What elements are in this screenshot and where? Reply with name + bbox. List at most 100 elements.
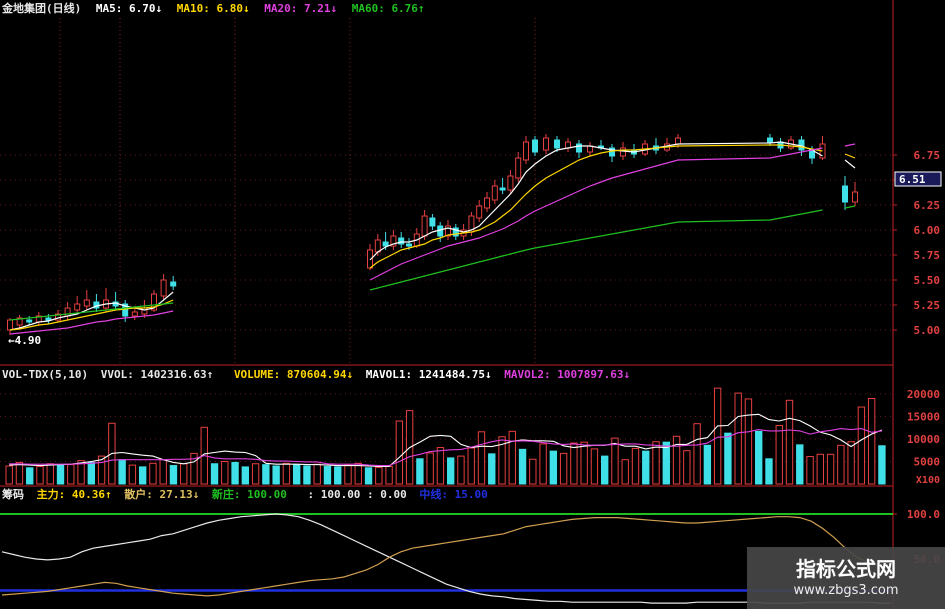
volume-bar-up (539, 443, 547, 485)
chip-indicator-name: 筹码 (2, 488, 24, 501)
candle-up (476, 205, 483, 219)
candle-down (398, 237, 405, 245)
candle-up (484, 197, 490, 209)
ma60-value: MA60: 6.76↑ (351, 2, 425, 15)
volume-bar-down (56, 464, 65, 485)
volume-bar-down (169, 465, 178, 485)
volume-bar-down (210, 463, 219, 485)
volume-bar-up (672, 435, 681, 485)
candle-up (160, 279, 167, 297)
sanhu-value: 散户: 27.13↓ (124, 488, 200, 501)
volume-bar-up (221, 461, 229, 485)
candle-up (7, 319, 13, 331)
volume-bar-up (344, 464, 352, 485)
price-tick-label: 6.75 (914, 149, 941, 162)
candle-down (382, 241, 389, 247)
volume-bar-up (67, 464, 75, 485)
volume-bar-up (713, 387, 722, 485)
volume-bar-down (138, 466, 147, 485)
volume-bar-down (755, 430, 763, 485)
volume-header: VOL-TDX(5,10) VVOL: 1402316.63↑ VOLUME: … (2, 368, 630, 381)
volume-bar-up (36, 465, 44, 485)
volume-bar-up (806, 456, 814, 485)
candle-up (675, 137, 681, 145)
candle-up (523, 141, 529, 161)
candle-down (554, 139, 560, 149)
candle-up (74, 303, 81, 311)
volume-bar-down (416, 458, 424, 485)
ma20-value: MA20: 7.21↓ (264, 2, 338, 15)
volume-bar-up (477, 431, 486, 485)
candle-up (141, 307, 148, 315)
volume-bar-up (457, 455, 465, 485)
volume-bar-up (785, 399, 794, 485)
ma60-line (844, 205, 856, 209)
volume-bar-up (508, 430, 516, 485)
price-tick-label: 5.25 (914, 299, 941, 312)
volume-bar-up (693, 423, 701, 485)
volume-bar-down (796, 444, 804, 485)
volume-bar-down (642, 450, 650, 485)
volume-bar-up (837, 444, 845, 485)
volume-value: VOLUME: 870604.94↓ (233, 368, 354, 381)
candle-down (842, 185, 848, 203)
volume-bar-down (292, 464, 301, 485)
candle-up (64, 307, 71, 317)
volume-bar-down (447, 457, 455, 485)
volume-bar-up (590, 448, 599, 485)
vol-tick-label: 10000 (907, 433, 940, 446)
candle-up (620, 147, 626, 157)
volume-bar-up (857, 406, 866, 485)
volume-bar-down (364, 467, 373, 485)
volume-bar-down (272, 465, 280, 485)
other-values: : 100.00 : 0.00 (307, 488, 407, 501)
volume-bar-up (734, 392, 742, 485)
price-tick-label: 5.75 (914, 249, 941, 262)
zhongxian-value: 中线: 15.00 (419, 488, 488, 501)
watermark-url: www.zbgs3.com (793, 583, 899, 598)
low-price-label: ←4.90 (8, 334, 41, 347)
volume-bar-up (436, 447, 445, 485)
volume-bar-up (426, 452, 434, 485)
volume-bar-up (847, 441, 855, 485)
volume-bar-up (159, 459, 167, 485)
volume-bar-down (118, 459, 126, 485)
ma20-line (844, 143, 856, 147)
vvol-value: VVOL: 1402316.63↑ (100, 368, 214, 381)
chip-tick-label: 100.0 (907, 508, 940, 521)
volume-bar-up (395, 420, 404, 485)
candle-up (131, 311, 138, 317)
stock-chart-canvas: ←4.90 5.005.255.505.756.006.256.506.756.… (0, 0, 942, 609)
volume-bar-up (180, 463, 188, 485)
ma20-line (369, 147, 823, 281)
vol-tick-label: 20000 (907, 388, 940, 401)
ma60-line (9, 302, 174, 321)
volume-bar-up (467, 447, 475, 485)
current-price-label: 6.51 (899, 173, 926, 186)
candle-down (499, 187, 506, 191)
volume-bar-down (549, 450, 558, 485)
volume-bar-down (518, 448, 527, 485)
volume-bar-down (334, 466, 342, 485)
candle-down (532, 139, 538, 153)
volume-bar-down (241, 466, 250, 485)
volume-bar-down (878, 445, 886, 485)
volume-bar-up (816, 453, 824, 485)
xinzhuang-value: 新庄: 100.00 (211, 488, 287, 501)
candle-down (767, 137, 773, 143)
candle-up (852, 191, 858, 203)
main-header: 金地集团(日线) MA5: 6.70↓ MA10: 6.80↓ MA20: 7.… (2, 2, 425, 15)
candle-up (507, 175, 514, 191)
candle-up (421, 215, 428, 237)
price-tick-label: 5.00 (914, 324, 941, 337)
volume-bar-down (26, 467, 34, 485)
volume-bar-up (354, 462, 362, 485)
volume-bar-up (313, 463, 321, 485)
candle-down (406, 243, 412, 247)
volume-bar-down (765, 458, 773, 485)
vol-tick-label: 5000 (914, 456, 941, 469)
volume-bar-up (683, 450, 691, 485)
price-tick-label: 6.25 (914, 199, 941, 212)
volume-bar-up (826, 453, 835, 485)
volume-bar-down (87, 461, 96, 485)
